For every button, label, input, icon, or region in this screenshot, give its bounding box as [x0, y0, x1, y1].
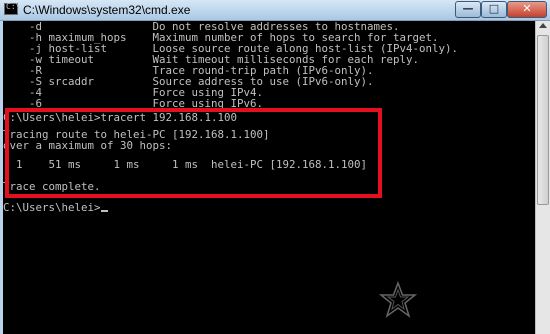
- cmd-icon-label: C:\: [6, 2, 21, 11]
- window-title: C:\Windows\system32\cmd.exe: [23, 3, 191, 17]
- cmd-window: C:\ C:\Windows\system32\cmd.exe — □ ✕ -d…: [0, 0, 550, 334]
- star-watermark-icon: [378, 280, 418, 318]
- console-prompt[interactable]: C:\Users\helei>: [3, 202, 108, 213]
- cmd-icon: C:\: [4, 2, 21, 15]
- highlight-box: [5, 108, 382, 198]
- minimize-button[interactable]: —: [455, 1, 481, 18]
- close-button[interactable]: ✕: [507, 1, 547, 18]
- scroll-thumb[interactable]: [537, 35, 549, 205]
- text-cursor: [100, 210, 108, 212]
- scroll-up-arrow-icon[interactable]: [539, 23, 547, 28]
- prompt-text: C:\Users\helei>: [3, 201, 101, 214]
- title-bar[interactable]: C:\ C:\Windows\system32\cmd.exe — □ ✕: [0, 0, 550, 21]
- maximize-button[interactable]: □: [481, 1, 507, 18]
- vertical-scrollbar[interactable]: [535, 21, 550, 334]
